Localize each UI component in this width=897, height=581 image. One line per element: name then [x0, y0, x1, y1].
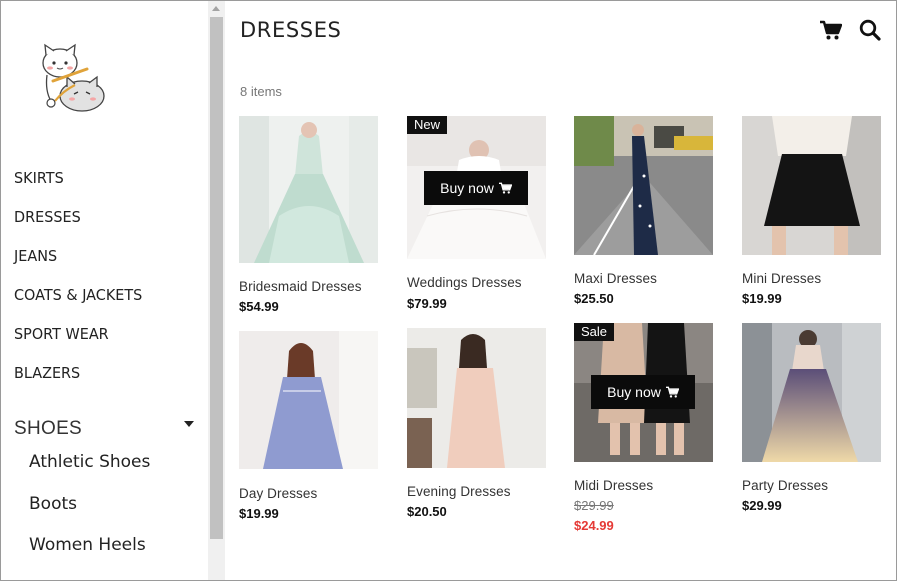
original-price: $29.99	[574, 498, 614, 513]
cart-icon	[665, 386, 679, 398]
subnav-item-athletic-shoes[interactable]: Athletic Shoes	[29, 452, 150, 494]
cat-logo[interactable]	[37, 41, 109, 117]
product-name[interactable]: Mini Dresses	[742, 271, 821, 286]
nav-item-label: SPORT WEAR	[14, 325, 109, 343]
sale-price: $24.99	[574, 518, 614, 533]
product-image[interactable]	[239, 331, 378, 469]
nav-item-coats-jackets[interactable]: COATS & JACKETS	[14, 286, 148, 325]
product-name[interactable]: Party Dresses	[742, 478, 828, 493]
product-image[interactable]	[742, 116, 881, 255]
product-card-day[interactable]: Day Dresses $19.99	[239, 331, 378, 526]
scroll-up-arrow-icon[interactable]	[212, 6, 220, 11]
buy-now-button[interactable]: Buy now	[424, 171, 528, 205]
nav-item-label: BLAZERS	[14, 364, 81, 382]
item-count: 8 items	[240, 84, 282, 99]
product-name[interactable]: Midi Dresses	[574, 478, 653, 493]
shoes-label: SHOES	[14, 418, 83, 439]
new-badge: New	[407, 116, 448, 134]
product-price: $20.50	[407, 504, 447, 519]
product-image[interactable]	[239, 116, 378, 263]
shoes-dropdown-toggle[interactable]: SHOES	[14, 418, 198, 440]
product-image[interactable]	[742, 323, 881, 462]
product-card-bridesmaid[interactable]: Bridesmaid Dresses $54.99	[239, 116, 378, 321]
product-card-party[interactable]: Party Dresses $29.99	[742, 323, 881, 518]
sidebar: SKIRTS DRESSES JEANS COATS & JACKETS SPO…	[1, 1, 208, 580]
shoes-subnav: Athletic Shoes Boots Women Heels	[29, 452, 150, 577]
product-price: $54.99	[239, 299, 279, 314]
product-price: $79.99	[407, 296, 447, 311]
nav-item-sport-wear[interactable]: SPORT WEAR	[14, 325, 148, 364]
product-name[interactable]: Weddings Dresses	[407, 275, 522, 290]
nav-item-jeans[interactable]: JEANS	[14, 247, 148, 286]
buy-now-button[interactable]: Buy now	[591, 375, 695, 409]
search-icon[interactable]	[859, 19, 881, 41]
product-price: $19.99	[239, 506, 279, 521]
buy-now-label: Buy now	[607, 384, 661, 400]
nav-item-label: COATS & JACKETS	[14, 286, 143, 304]
nav-item-label: SKIRTS	[14, 169, 64, 187]
product-price: $19.99	[742, 291, 782, 306]
nav-item-dresses[interactable]: DRESSES	[14, 208, 148, 247]
page-title: DRESSES	[240, 18, 342, 42]
product-card-midi[interactable]: Sale Buy now Midi Dresses $29.99 $24.99	[574, 323, 713, 538]
buy-now-label: Buy now	[440, 180, 494, 196]
product-image[interactable]	[574, 116, 713, 255]
cart-icon	[498, 182, 512, 194]
subnav-item-boots[interactable]: Boots	[29, 494, 150, 536]
cart-icon[interactable]	[820, 20, 842, 40]
product-name[interactable]: Day Dresses	[239, 486, 317, 501]
subnav-item-women-heels[interactable]: Women Heels	[29, 535, 150, 577]
caret-down-icon	[184, 421, 194, 427]
product-card-weddings[interactable]: New Buy now Weddings Dresses $79.99	[407, 116, 546, 316]
product-card-evening[interactable]: Evening Dresses $20.50	[407, 328, 546, 523]
product-name[interactable]: Bridesmaid Dresses	[239, 279, 362, 294]
sidebar-scrollbar[interactable]	[208, 1, 225, 580]
category-nav: SKIRTS DRESSES JEANS COATS & JACKETS SPO…	[14, 169, 148, 403]
product-card-mini[interactable]: Mini Dresses $19.99	[742, 116, 881, 311]
product-name[interactable]: Maxi Dresses	[574, 271, 657, 286]
nav-item-label: JEANS	[14, 247, 58, 265]
product-price: $29.99	[742, 498, 782, 513]
nav-item-skirts[interactable]: SKIRTS	[14, 169, 148, 208]
sale-badge: Sale	[574, 323, 615, 341]
scrollbar-thumb[interactable]	[210, 17, 223, 539]
product-name[interactable]: Evening Dresses	[407, 484, 511, 499]
product-image[interactable]	[407, 328, 546, 468]
product-card-maxi[interactable]: Maxi Dresses $25.50	[574, 116, 713, 311]
nav-item-label: DRESSES	[14, 208, 81, 226]
product-price: $25.50	[574, 291, 614, 306]
nav-item-blazers[interactable]: BLAZERS	[14, 364, 148, 403]
